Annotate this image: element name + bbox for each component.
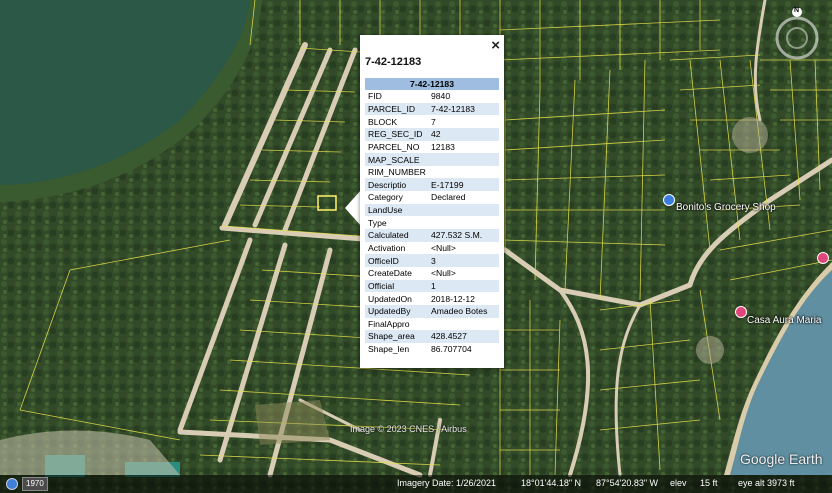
attribute-row: PARCEL_ID 7-42-12183	[365, 102, 499, 116]
attribute-value: 1	[428, 279, 499, 293]
attribute-key: FID	[368, 91, 382, 102]
attribute-value: 86.707704	[431, 344, 472, 355]
attribute-key: LandUse	[365, 203, 428, 217]
attribute-row: PARCEL_NO 12183	[365, 141, 499, 154]
status-bar: 1970 Imagery Date: 1/26/2021 18°01'44.18…	[0, 475, 832, 493]
attribute-row: BLOCK 7	[365, 115, 499, 128]
google-earth-logo: Google Earth	[740, 451, 823, 467]
attribute-row: Shape_area 428.4527	[365, 330, 499, 343]
attribute-row: UpdatedBy Amadeo Botes	[365, 304, 499, 318]
casa-pin-icon[interactable]	[735, 306, 747, 318]
attribute-value	[428, 166, 499, 179]
attribute-key: MAP_SCALE	[365, 153, 428, 166]
attribute-value: 427.532 S.M.	[428, 229, 499, 242]
attribute-row: Category Declared	[365, 191, 499, 204]
attribute-key: Activation	[368, 243, 406, 253]
attribute-key: Calculated	[365, 229, 428, 242]
bonitos-label[interactable]: Bonito's Grocery Shop	[676, 202, 776, 213]
attribute-row: OfficeID 3	[365, 254, 499, 267]
attribute-value: 12183	[431, 141, 455, 152]
attribute-value: 3	[428, 254, 499, 267]
historical-year-button[interactable]: 1970	[22, 477, 48, 491]
attribute-value	[428, 216, 499, 229]
attribute-key: Official	[365, 279, 428, 293]
attribute-value: 428.4527	[428, 330, 499, 343]
elevation-value: 15 ft	[700, 478, 718, 488]
attribute-row: Shape_len 86.707704	[365, 343, 499, 356]
imagery-date: Imagery Date: 1/26/2021	[397, 478, 497, 488]
attribute-row: UpdatedOn 2018-12-12	[365, 292, 499, 305]
attribute-key: UpdatedOn	[368, 293, 412, 304]
attribute-value: <Null>	[431, 243, 456, 253]
attribute-row: REG_SEC_ID 42	[365, 127, 499, 141]
attribute-value: Declared	[431, 192, 466, 203]
attribute-row: RIM_NUMBER	[365, 166, 499, 179]
casa-label[interactable]: Casa Aura Maria	[747, 315, 821, 326]
attribute-row: Calculated 427.532 S.M.	[365, 229, 499, 242]
attribute-key: Type	[368, 217, 387, 228]
attribute-key: Shape_len	[368, 344, 410, 355]
attribute-value: 42	[428, 127, 499, 141]
attribute-row: Descriptio E-17199	[365, 178, 499, 192]
popup-pointer	[345, 190, 361, 226]
attribute-row: CreateDate <Null>	[365, 267, 499, 280]
attribute-key: Descriptio	[365, 178, 428, 192]
attribute-row: Type	[365, 216, 499, 229]
attribute-key: PARCEL_NO	[368, 141, 420, 152]
attribute-key: REG_SEC_ID	[365, 127, 428, 141]
parcel-info-popup: × 7-42-12183 7-42-12183 FID 9840 PARCEL_ID…	[360, 35, 504, 368]
attribute-value: E-17199	[428, 178, 499, 192]
bonitos-pin-icon[interactable]	[663, 194, 675, 206]
attribute-key: Category	[368, 192, 403, 203]
attribute-key: OfficeID	[365, 254, 428, 267]
attribute-value	[428, 153, 499, 166]
attribute-key: CreateDate	[368, 268, 412, 279]
latitude-readout: 18°01'44.18" N	[521, 478, 582, 488]
attribute-row: MAP_SCALE	[365, 153, 499, 166]
compass[interactable]: N	[770, 7, 824, 62]
attribute-value: <Null>	[431, 268, 456, 279]
attribute-key: BLOCK	[368, 116, 398, 127]
attribute-table-header: 7-42-12183	[365, 78, 499, 90]
attribute-value: 2018-12-12	[431, 293, 475, 304]
attribute-key: Shape_area	[365, 330, 428, 343]
attribute-table: 7-42-12183 FID 9840 PARCEL_ID 7-42-12183 BLO…	[365, 78, 499, 355]
attribute-key: PARCEL_ID	[365, 102, 428, 116]
attribute-row: Activation <Null>	[365, 242, 499, 255]
close-icon[interactable]: ×	[491, 38, 500, 53]
attribute-value: 9840	[431, 91, 451, 102]
popup-title: 7-42-12183	[365, 56, 422, 68]
attribute-row: FinalAppro	[365, 318, 499, 331]
attribute-value	[428, 318, 499, 331]
attribute-row: Official 1	[365, 279, 499, 293]
eye-altitude: eye alt 3973 ft	[738, 478, 795, 488]
attribute-row: LandUse	[365, 203, 499, 217]
attribute-row: FID 9840	[365, 90, 499, 103]
edge-pin-icon[interactable]	[817, 252, 829, 264]
attribute-key: RIM_NUMBER	[368, 167, 426, 178]
attribute-value: 7	[431, 116, 436, 127]
compass-ring-icon	[775, 7, 819, 60]
attribute-value: 7-42-12183	[428, 102, 499, 116]
attribute-key: UpdatedBy	[365, 304, 428, 318]
longitude-readout: 87°54'20.83" W	[596, 478, 659, 488]
attribute-value	[428, 203, 499, 217]
elevation-label: elev	[670, 478, 687, 488]
compass-north-label: N	[794, 7, 800, 14]
imagery-attribution: Image © 2023 CNES / Airbus	[350, 424, 467, 434]
attribute-key: FinalAppro	[368, 318, 410, 329]
attribute-value: Amadeo Botes	[428, 304, 499, 318]
historical-imagery-clock-icon[interactable]	[6, 478, 18, 490]
